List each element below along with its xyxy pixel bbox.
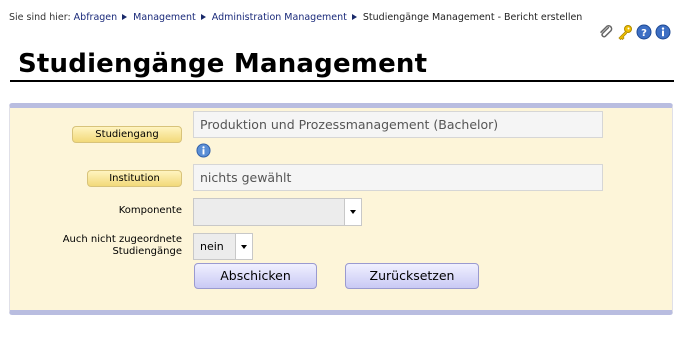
help-icon[interactable]: ? (636, 24, 652, 40)
title-divider (10, 80, 674, 82)
breadcrumb-link-abfragen[interactable]: Abfragen (74, 12, 118, 23)
nicht-zugeordnet-select[interactable]: nein (193, 233, 253, 260)
nicht-zugeordnet-select-value: nein (200, 240, 224, 253)
breadcrumb-link-administration-management[interactable]: Administration Management (212, 12, 347, 23)
nicht-zugeordnet-label-line2: Studiengänge (112, 246, 182, 257)
studiengang-label-button[interactable]: Studiengang (72, 126, 182, 143)
info-icon[interactable] (655, 24, 671, 40)
komponente-select[interactable] (193, 198, 362, 226)
studiengang-field[interactable]: Produktion und Prozessmanagement (Bachel… (193, 111, 603, 138)
breadcrumb-link-management[interactable]: Management (133, 12, 196, 23)
institution-field[interactable]: nichts gewählt (193, 164, 603, 191)
submit-button[interactable]: Abschicken (194, 263, 317, 289)
breadcrumb-arrow-icon (351, 13, 357, 20)
nicht-zugeordnet-label-line1: Auch nicht zugeordnete (62, 234, 182, 245)
institution-label-button[interactable]: Institution (87, 170, 182, 187)
paperclip-icon[interactable] (598, 24, 614, 40)
nicht-zugeordnet-label: Auch nicht zugeordnete Studiengänge (20, 234, 182, 258)
chevron-down-icon[interactable] (235, 234, 252, 259)
breadcrumb-arrow-icon (200, 13, 206, 20)
breadcrumb: Sie sind hier: Abfragen Management Adminis… (9, 12, 582, 23)
breadcrumb-current: Studiengänge Management - Bericht erstel… (362, 12, 583, 23)
info-icon[interactable] (196, 143, 211, 158)
svg-text:?: ? (641, 28, 647, 39)
chevron-down-icon[interactable] (344, 199, 361, 225)
reset-button[interactable]: Zurücksetzen (345, 263, 479, 289)
toolbar: ? (598, 23, 671, 41)
key-icon[interactable] (617, 24, 633, 41)
page-title: Studiengänge Management (18, 49, 428, 79)
breadcrumb-prefix: Sie sind hier: (9, 12, 71, 23)
breadcrumb-arrow-icon (122, 13, 128, 20)
komponente-label: Komponente (118, 205, 182, 216)
